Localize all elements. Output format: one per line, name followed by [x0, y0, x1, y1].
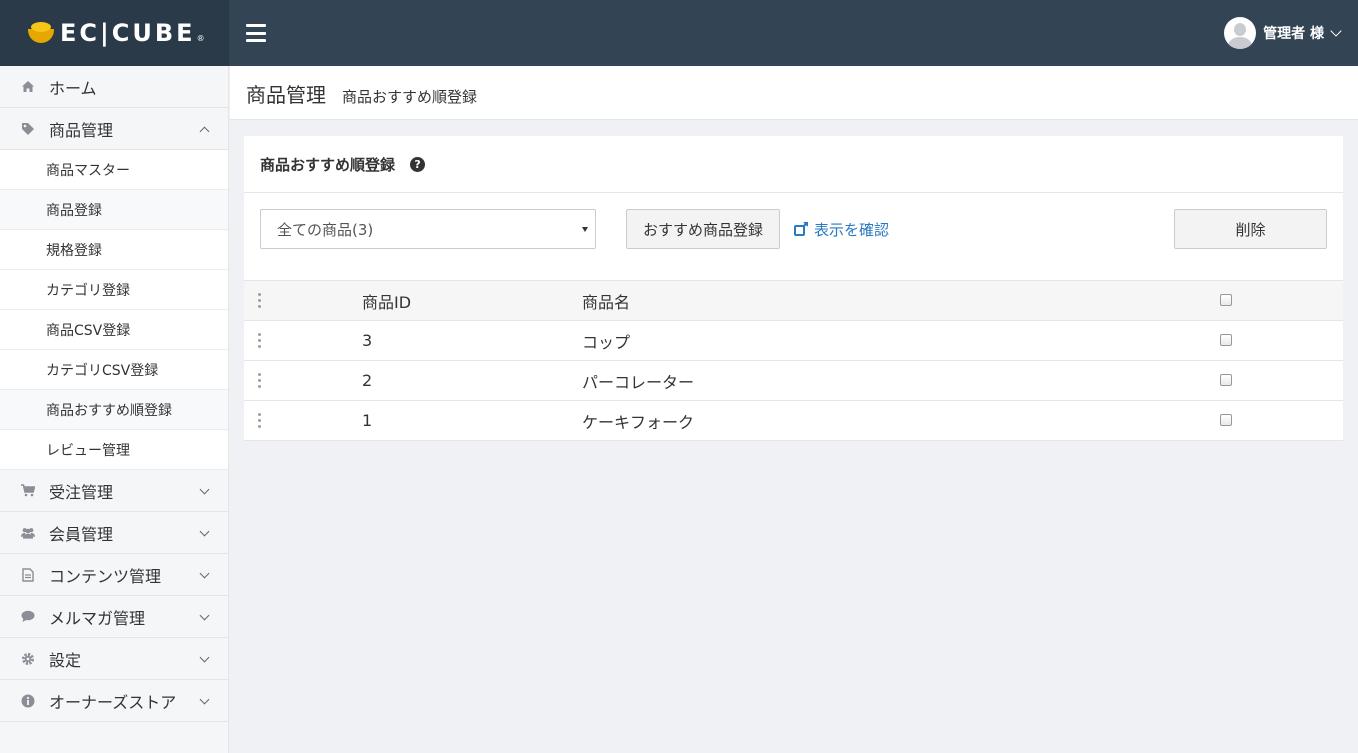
sidebar-subitem-category-register[interactable]: カテゴリ登録 [0, 270, 228, 310]
drag-handle-icon[interactable] [258, 373, 262, 388]
card-toolbar: 全ての商品(3) おすすめ商品登録 表示を確認 削除 [244, 193, 1343, 280]
chevron-down-icon [199, 568, 210, 579]
user-name: 管理者 様 [1263, 26, 1324, 42]
top-navbar: EC|CUBE ® 管理者 様 [0, 0, 1358, 66]
table-row[interactable]: 1 ケーキフォーク [244, 401, 1343, 441]
gear-icon [21, 652, 35, 666]
card-title: 商品おすすめ順登録 [260, 155, 396, 174]
sidebar-item-label: ホーム [49, 78, 97, 98]
sidebar-item-label: メルマガ管理 [49, 608, 146, 628]
card-header: 商品おすすめ順登録 ? [244, 136, 1343, 193]
row-checkbox[interactable] [1220, 334, 1232, 346]
chevron-up-icon [199, 126, 210, 137]
sidebar-item-contents[interactable]: コンテンツ管理 [0, 554, 228, 596]
sidebar-subitem-product-csv[interactable]: 商品CSV登録 [0, 310, 228, 350]
sidebar-subitem-product-register[interactable]: 商品登録 [0, 190, 228, 230]
comment-icon [21, 610, 35, 624]
sidebar-subitem-product-master[interactable]: 商品マスター [0, 150, 228, 190]
info-icon [21, 694, 35, 708]
row-checkbox[interactable] [1220, 374, 1232, 386]
sidebar-item-label: オーナーズストア [49, 692, 177, 712]
delete-button[interactable]: 削除 [1174, 209, 1327, 249]
sidebar-item-products[interactable]: 商品管理 [0, 108, 228, 150]
logo-registered-mark: ® [196, 33, 205, 43]
view-confirm-label: 表示を確認 [814, 220, 890, 239]
sidebar-item-label: 会員管理 [49, 524, 114, 544]
caret-down-icon [582, 227, 588, 232]
product-filter-select[interactable]: 全ての商品(3) [260, 209, 596, 249]
sidebar-subitem-class-register[interactable]: 規格登録 [0, 230, 228, 270]
column-header-name: 商品名 [582, 292, 631, 312]
sidebar-item-mailmag[interactable]: メルマガ管理 [0, 596, 228, 638]
table-row[interactable]: 3 コップ [244, 321, 1343, 361]
sidebar: ホーム 商品管理 商品マスター 商品登録 規格登録 カテゴリ登録 商品CSV登録… [0, 66, 229, 753]
chevron-down-icon [199, 652, 210, 663]
view-confirm-link[interactable]: 表示を確認 [794, 209, 889, 249]
sidebar-item-label: 商品管理 [49, 120, 114, 140]
menu-toggle-icon[interactable] [246, 24, 266, 42]
sidebar-item-home[interactable]: ホーム [0, 66, 228, 108]
help-icon[interactable]: ? [410, 156, 426, 172]
user-menu[interactable]: 管理者 様 [1224, 17, 1342, 49]
drag-handle-icon[interactable] [258, 413, 262, 428]
page-header: 商品管理 商品おすすめ順登録 [230, 66, 1358, 120]
document-icon [21, 567, 35, 582]
column-header-id: 商品ID [362, 292, 412, 312]
external-link-icon [794, 222, 808, 236]
select-all-checkbox[interactable] [1220, 294, 1232, 306]
sidebar-subitem-category-csv[interactable]: カテゴリCSV登録 [0, 350, 228, 390]
sidebar-item-label: 受注管理 [49, 482, 114, 502]
sidebar-item-orders[interactable]: 受注管理 [0, 470, 228, 512]
chevron-down-icon [1330, 25, 1342, 37]
page-title: 商品管理 [246, 83, 326, 107]
product-name-cell: コップ [582, 332, 631, 352]
table-row[interactable]: 2 パーコレーター [244, 361, 1343, 401]
product-id-cell: 2 [362, 371, 373, 390]
home-icon [21, 80, 35, 94]
product-filter-value: 全ての商品(3) [277, 220, 374, 239]
drag-handle-icon[interactable] [258, 333, 262, 348]
sidebar-item-label: コンテンツ管理 [49, 566, 162, 586]
chevron-down-icon [199, 526, 210, 537]
logo-text: EC|CUBE [60, 19, 196, 47]
sidebar-subitem-review[interactable]: レビュー管理 [0, 430, 228, 470]
product-id-cell: 3 [362, 331, 373, 350]
chevron-down-icon [199, 694, 210, 705]
tag-icon [21, 122, 35, 136]
sidebar-item-settings[interactable]: 設定 [0, 638, 228, 680]
recommend-order-card: 商品おすすめ順登録 ? 全ての商品(3) おすすめ商品登録 表示を確認 削除 商… [244, 136, 1343, 441]
product-name-cell: ケーキフォーク [582, 412, 695, 432]
register-recommend-button[interactable]: おすすめ商品登録 [626, 209, 780, 249]
table-header-row: 商品ID 商品名 [244, 280, 1343, 321]
sidebar-item-members[interactable]: 会員管理 [0, 512, 228, 554]
row-checkbox[interactable] [1220, 414, 1232, 426]
drag-handle-icon[interactable] [258, 293, 262, 308]
product-id-cell: 1 [362, 411, 373, 430]
sidebar-item-owners-store[interactable]: オーナーズストア [0, 680, 228, 722]
brand-logo[interactable]: EC|CUBE ® [0, 0, 229, 66]
product-name-cell: パーコレーター [582, 372, 695, 392]
chevron-down-icon [199, 610, 210, 621]
chevron-down-icon [199, 484, 210, 495]
page-subtitle: 商品おすすめ順登録 [342, 88, 478, 106]
users-icon [21, 526, 35, 540]
cart-icon [21, 484, 35, 498]
recommend-products-table: 商品ID 商品名 3 コップ 2 パーコレーター 1 ケーキフォーク [244, 280, 1343, 441]
avatar [1224, 17, 1257, 49]
sidebar-item-label: 設定 [49, 650, 82, 670]
cube-logo-icon [28, 22, 54, 44]
sidebar-subitem-recommend-order[interactable]: 商品おすすめ順登録 [0, 390, 228, 430]
